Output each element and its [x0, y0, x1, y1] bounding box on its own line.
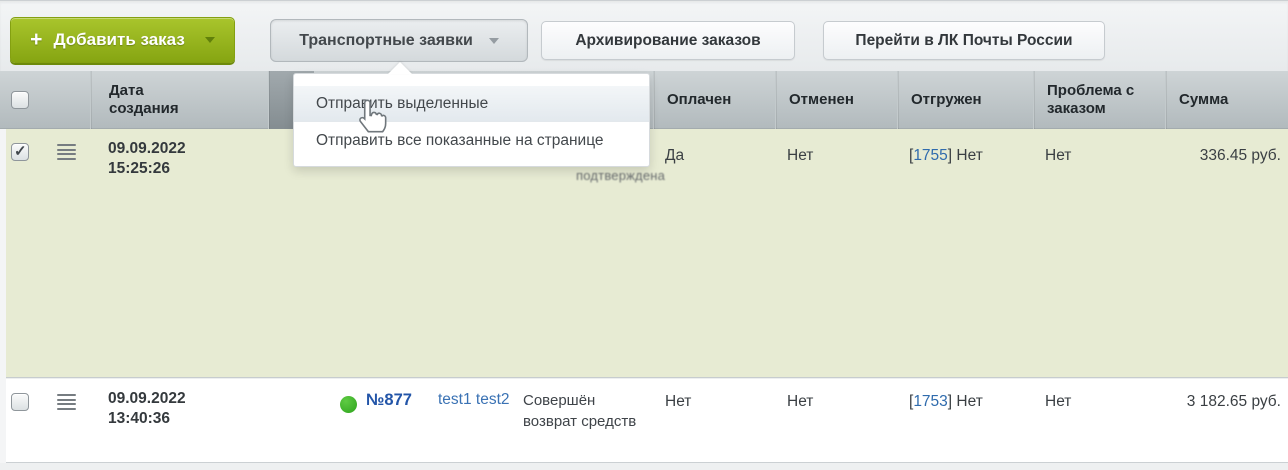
- cell-shipped: [1753] Нет: [909, 393, 983, 411]
- plus-icon: +: [30, 28, 42, 52]
- cell-paid: Да: [665, 147, 684, 165]
- toolbar: + Добавить заказ Транспортные заявки Арх…: [0, 1, 1288, 71]
- row-time: 15:25:26: [108, 159, 186, 179]
- column-header-canceled-label: Отменен: [789, 91, 854, 109]
- cell-canceled: Нет: [787, 393, 813, 411]
- column-header-canceled[interactable]: Отменен: [775, 71, 897, 129]
- column-header-sum[interactable]: Сумма: [1165, 71, 1288, 129]
- column-header-problem[interactable]: Проблема с заказом: [1033, 71, 1165, 129]
- transport-requests-label: Транспортные заявки: [299, 32, 473, 50]
- post-russia-account-button[interactable]: Перейти в ЛК Почты России: [823, 21, 1105, 60]
- cell-sum: 3 182.65 руб.: [1187, 393, 1281, 411]
- left-gutter: [0, 129, 6, 463]
- archive-orders-label: Архивирование заказов: [575, 32, 760, 50]
- row-checkbox[interactable]: [11, 393, 29, 411]
- bottom-strip: [0, 463, 1288, 470]
- column-header-shipped[interactable]: Отгружен: [897, 71, 1033, 129]
- row-status-fragment: подтверждена: [576, 168, 665, 183]
- chevron-down-icon: [205, 37, 215, 43]
- transport-requests-menu: Отправить выделенные Отправить все показ…: [293, 73, 650, 167]
- cell-sum: 336.45 руб.: [1200, 147, 1281, 165]
- cell-paid: Нет: [665, 393, 691, 411]
- cell-problem: Нет: [1045, 393, 1071, 411]
- cell-shipped: [1755] Нет: [909, 147, 983, 165]
- row-checkbox[interactable]: [11, 143, 29, 161]
- drag-handle-icon[interactable]: [57, 394, 76, 410]
- drag-handle-icon[interactable]: [57, 144, 76, 160]
- cell-canceled: Нет: [787, 147, 813, 165]
- shipment-link[interactable]: 1755: [913, 147, 947, 164]
- column-header-sum-label: Сумма: [1179, 91, 1228, 109]
- add-order-label: Добавить заказ: [53, 30, 184, 50]
- add-order-button[interactable]: + Добавить заказ: [10, 17, 235, 63]
- cell-problem: Нет: [1045, 147, 1071, 165]
- menu-item-send-selected-label: Отправить выделенные: [316, 95, 488, 113]
- row-time: 13:40:36: [108, 409, 186, 429]
- orders-page: + Добавить заказ Транспортные заявки Арх…: [0, 0, 1288, 470]
- menu-item-send-selected[interactable]: Отправить выделенные: [294, 86, 649, 122]
- shipment-link[interactable]: 1753: [913, 393, 947, 410]
- column-header-shipped-label: Отгружен: [911, 91, 982, 109]
- column-header-paid[interactable]: Оплачен: [653, 71, 775, 129]
- menu-arrow-icon: [388, 62, 412, 74]
- row-date: 09.09.2022: [108, 389, 186, 409]
- customer-link[interactable]: test1 test2: [438, 391, 510, 409]
- column-header-problem-label: Проблема с заказом: [1047, 82, 1139, 118]
- row-date: 09.09.2022: [108, 139, 186, 159]
- order-number-link[interactable]: №877: [366, 391, 412, 410]
- column-header-paid-label: Оплачен: [667, 91, 731, 109]
- post-russia-account-label: Перейти в ЛК Почты России: [855, 32, 1072, 50]
- cell-status: Совершён возврат средств: [523, 390, 641, 432]
- chevron-down-icon: [489, 38, 499, 44]
- menu-item-send-all-on-page-label: Отправить все показанные на странице: [316, 132, 604, 150]
- menu-item-send-all-on-page[interactable]: Отправить все показанные на странице: [294, 122, 649, 160]
- select-all-checkbox[interactable]: [11, 91, 29, 109]
- status-dot-icon: [340, 396, 357, 413]
- transport-requests-button[interactable]: Транспортные заявки: [270, 19, 528, 62]
- archive-orders-button[interactable]: Архивирование заказов: [541, 21, 795, 60]
- table-row: 09.09.2022 13:40:36 №877 test1 test2 Сов…: [0, 379, 1288, 463]
- column-header-date-label: Дата создания: [109, 82, 195, 118]
- column-header-date[interactable]: Дата создания: [90, 71, 268, 129]
